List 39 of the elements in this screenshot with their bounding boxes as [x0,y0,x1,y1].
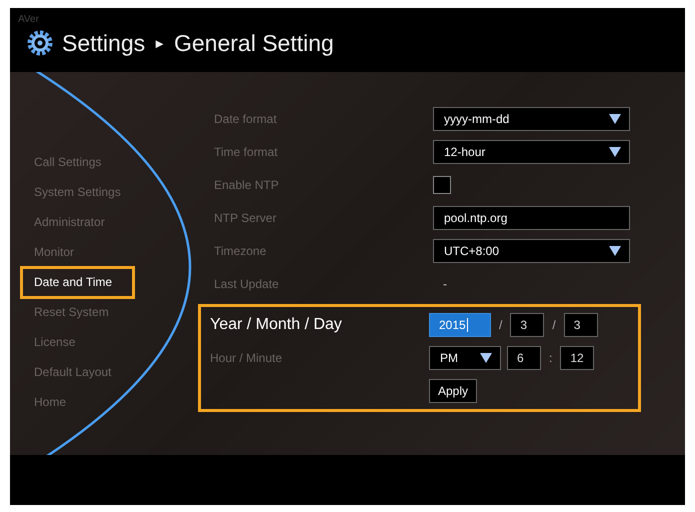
dropdown[interactable]: PM [429,346,501,370]
caret-icon [480,353,492,363]
separator-text: / [498,318,504,332]
breadcrumb-separator: ► [153,36,166,50]
caret-icon [609,114,621,124]
apply-button[interactable]: Apply [429,379,478,403]
field-label: Date format [214,112,278,126]
value-text: - [442,277,447,291]
field-label: Last Update [214,277,280,291]
sidebar-item[interactable]: Date and Time [20,266,135,298]
input-field[interactable]: pool.ntp.org [433,206,630,230]
dropdown[interactable]: 12-hour [433,140,630,164]
gear-icon [26,29,54,57]
separator-text: : [548,351,554,365]
dropdown[interactable]: yyyy-mm-dd [433,107,630,131]
breadcrumb-item: General Setting [174,30,334,56]
input-field[interactable]: 3 [510,313,544,337]
breadcrumb-item: Settings [62,30,146,56]
field-label: Year / Month / Day [210,316,343,334]
field-label: Hour / Minute [210,351,284,365]
logo-text: AVer [18,14,39,25]
input-field[interactable]: 2015 [429,313,491,337]
input-field[interactable]: 3 [564,313,598,337]
dropdown-value: yyyy-mm-dd [444,112,510,126]
input-field[interactable]: 6 [507,346,541,370]
field-label: Enable NTP [214,178,280,192]
caret-icon [609,246,621,256]
dropdown-value: UTC+8:00 [444,244,500,258]
dropdown[interactable]: UTC+8:00 [433,239,630,263]
text-cursor [466,318,468,332]
caret-icon [609,147,621,157]
field-label: Time format [214,145,279,159]
separator-text: / [551,318,557,332]
checkbox[interactable] [433,176,451,194]
field-label: Timezone [214,244,268,258]
input-field[interactable]: 12 [560,346,594,370]
dropdown-value: 12-hour [444,145,486,159]
dropdown-value: PM [440,351,458,365]
field-label: NTP Server [214,211,278,225]
